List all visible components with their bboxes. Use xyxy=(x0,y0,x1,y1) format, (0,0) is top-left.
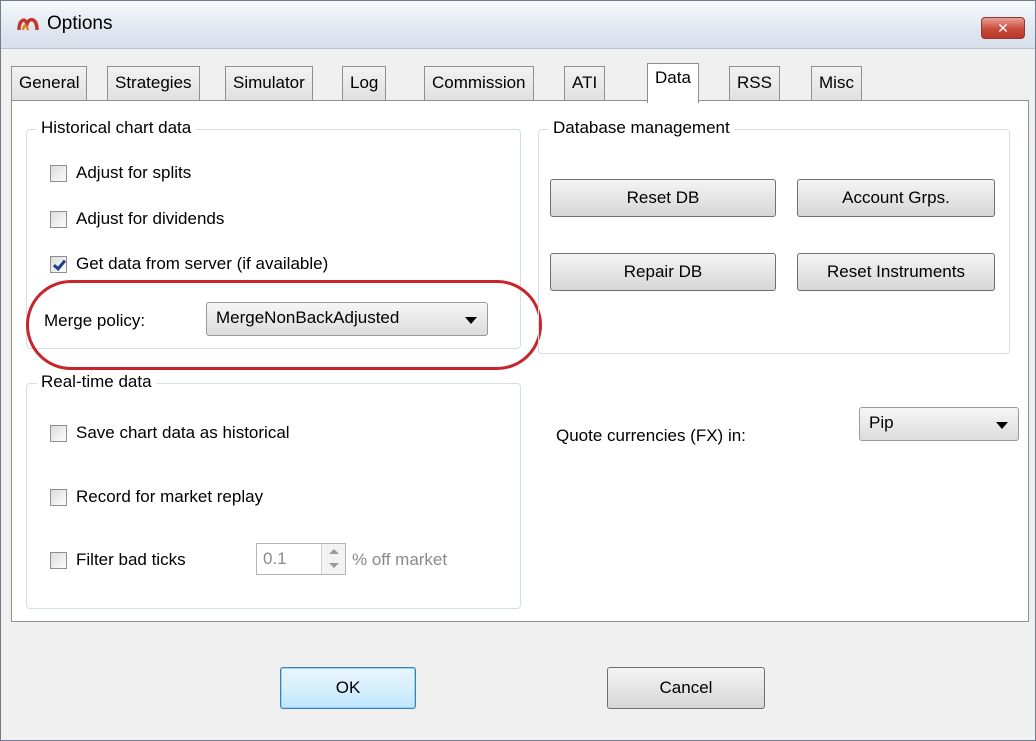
quote-currencies-label: Quote currencies (FX) in: xyxy=(556,426,746,445)
tab-rss[interactable]: RSS xyxy=(729,66,780,101)
arrow-down-icon[interactable] xyxy=(329,563,339,568)
filter-bad-ticks-label: Filter bad ticks xyxy=(76,550,186,569)
checkbox-box-checked[interactable] xyxy=(50,255,67,273)
title-bar[interactable]: Options ✕ xyxy=(1,1,1035,49)
tab-strip: General Strategies Simulator Log Commiss… xyxy=(11,63,1031,103)
checkbox-box[interactable] xyxy=(50,210,67,228)
options-dialog: Options ✕ General Strategies Simulator L… xyxy=(0,0,1036,741)
spinner-buttons[interactable] xyxy=(321,544,345,574)
close-icon: ✕ xyxy=(997,20,1009,36)
historical-group-title: Historical chart data xyxy=(37,118,196,138)
get-data-from-server-label: Get data from server (if available) xyxy=(76,254,329,273)
database-management-group: Database management xyxy=(538,118,1010,354)
account-grps-button[interactable]: Account Grps. xyxy=(797,179,995,217)
repair-db-button[interactable]: Repair DB xyxy=(550,253,776,291)
off-market-label: % off market xyxy=(352,550,448,569)
tab-log[interactable]: Log xyxy=(342,66,387,101)
tab-general[interactable]: General xyxy=(11,66,88,101)
window-title: Options xyxy=(47,13,113,34)
checkbox-box[interactable] xyxy=(50,488,67,506)
tab-strategies[interactable]: Strategies xyxy=(107,66,200,101)
checkbox-box[interactable] xyxy=(50,164,67,182)
get-data-from-server-checkbox[interactable]: Get data from server (if available) xyxy=(50,252,328,276)
tab-data[interactable]: Data xyxy=(647,63,699,103)
filter-ticks-spinner[interactable]: 0.1 xyxy=(256,543,346,575)
database-group-title: Database management xyxy=(549,118,734,138)
close-button[interactable]: ✕ xyxy=(981,17,1025,39)
data-tab-panel: Historical chart data Adjust for splits … xyxy=(11,100,1029,622)
reset-db-button[interactable]: Reset DB xyxy=(550,179,776,217)
ninjatrader-logo-icon xyxy=(17,17,39,31)
quote-currencies-dropdown[interactable]: Pip xyxy=(859,407,1019,441)
reset-instruments-button[interactable]: Reset Instruments xyxy=(797,253,995,291)
checkbox-box[interactable] xyxy=(50,424,67,442)
filter-bad-ticks-checkbox[interactable]: Filter bad ticks xyxy=(50,548,186,572)
save-chart-data-label: Save chart data as historical xyxy=(76,423,290,442)
save-chart-data-checkbox[interactable]: Save chart data as historical xyxy=(50,421,290,445)
record-market-replay-checkbox[interactable]: Record for market replay xyxy=(50,485,263,509)
tab-misc[interactable]: Misc xyxy=(811,66,862,101)
arrow-up-icon[interactable] xyxy=(329,549,339,554)
tab-commission[interactable]: Commission xyxy=(424,66,534,101)
adjust-splits-label: Adjust for splits xyxy=(76,163,192,182)
realtime-group-title: Real-time data xyxy=(37,372,156,392)
tab-simulator[interactable]: Simulator xyxy=(225,66,313,101)
record-market-replay-label: Record for market replay xyxy=(76,487,264,506)
cancel-button[interactable]: Cancel xyxy=(607,667,765,709)
checkbox-box[interactable] xyxy=(50,551,67,569)
tab-ati[interactable]: ATI xyxy=(564,66,606,101)
quote-currencies-value: Pip xyxy=(869,413,894,432)
ok-button[interactable]: OK xyxy=(280,667,416,709)
adjust-splits-checkbox[interactable]: Adjust for splits xyxy=(50,161,191,185)
filter-ticks-value: 0.1 xyxy=(263,549,287,568)
merge-policy-highlight-annotation xyxy=(26,280,542,370)
adjust-dividends-label: Adjust for dividends xyxy=(76,209,225,228)
chevron-down-icon xyxy=(996,422,1008,429)
adjust-dividends-checkbox[interactable]: Adjust for dividends xyxy=(50,207,224,231)
